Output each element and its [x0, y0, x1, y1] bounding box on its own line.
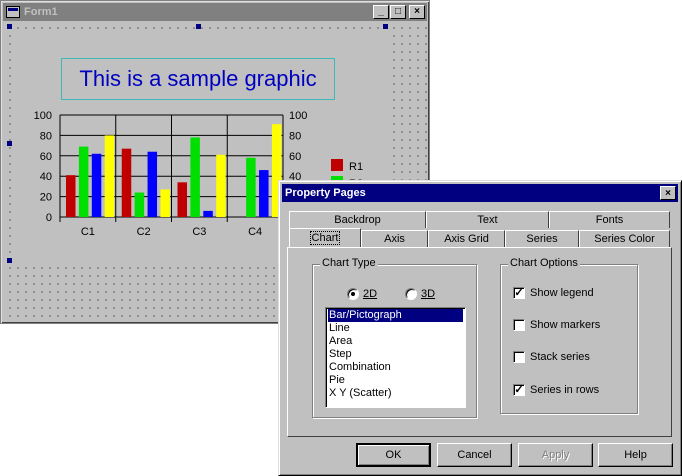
- list-item[interactable]: Step: [328, 348, 463, 361]
- tab-fonts[interactable]: Fonts: [549, 211, 670, 228]
- minimize-button[interactable]: _: [373, 5, 389, 19]
- legend-label: R1: [349, 161, 363, 173]
- selection-handle[interactable]: [7, 141, 12, 146]
- y-tick-label-left: 60: [40, 151, 52, 163]
- stack-series-label: Stack series: [530, 351, 590, 363]
- x-tick-label: C1: [81, 226, 95, 238]
- tab-label: Backdrop: [334, 214, 381, 226]
- form1-title-bar[interactable]: Form1 _ □ ×: [3, 3, 427, 21]
- series-in-rows-label: Series in rows: [530, 384, 600, 396]
- stack-series-checkbox[interactable]: Stack series: [513, 351, 590, 363]
- bar: [134, 192, 145, 217]
- cancel-button[interactable]: Cancel: [437, 443, 512, 467]
- show-markers-checkbox[interactable]: Show markers: [513, 319, 600, 331]
- chart-tab-page: Chart Type 2D 3D Bar/Pictograph Line Are…: [287, 247, 672, 437]
- bar: [259, 170, 269, 217]
- dialog-title: Property Pages: [285, 187, 366, 199]
- list-item[interactable]: Bar/Pictograph: [328, 309, 463, 322]
- radio-3d-label: 3D: [421, 288, 436, 300]
- form1-title-text: Form1: [24, 6, 58, 18]
- close-button[interactable]: ×: [409, 5, 425, 19]
- bar: [190, 137, 200, 217]
- y-tick-label-right: 80: [289, 130, 301, 142]
- maximize-button[interactable]: □: [390, 5, 406, 19]
- bar: [177, 182, 187, 217]
- bar: [91, 153, 102, 217]
- y-tick-label-left: 80: [40, 130, 52, 142]
- dialog-close-button[interactable]: ×: [660, 186, 676, 200]
- tab-label: Series: [526, 233, 558, 245]
- bar: [160, 189, 170, 217]
- chart-type-label: Chart Type: [320, 257, 378, 269]
- chart-options-group: Chart Options ✓ Show legend Show markers…: [500, 257, 638, 414]
- help-button[interactable]: Help: [598, 443, 673, 467]
- radio-3d-indicator: [405, 288, 417, 300]
- x-tick-label: C2: [137, 226, 151, 238]
- list-item[interactable]: Area: [328, 335, 463, 348]
- tab-label: Axis Grid: [444, 233, 489, 245]
- tab-label: Series Color: [594, 233, 655, 245]
- list-item[interactable]: Line: [328, 322, 463, 335]
- bar: [121, 148, 132, 217]
- radio-3d[interactable]: 3D: [405, 288, 435, 300]
- y-tick-label-left: 20: [40, 192, 52, 204]
- bar: [246, 157, 256, 217]
- show-legend-label: Show legend: [530, 287, 594, 299]
- chart-type-group: Chart Type 2D 3D Bar/Pictograph Line Are…: [312, 257, 477, 418]
- tab-text[interactable]: Text: [426, 211, 549, 228]
- selection-handle[interactable]: [196, 24, 201, 29]
- show-legend-checkbox[interactable]: ✓ Show legend: [513, 287, 594, 299]
- selection-handle[interactable]: [7, 24, 12, 29]
- selection-handle[interactable]: [383, 24, 388, 29]
- tab-series-color[interactable]: Series Color: [579, 230, 670, 247]
- tab-label: Chart: [309, 231, 341, 245]
- radio-2d-label: 2D: [363, 288, 378, 300]
- tab-axis-grid[interactable]: Axis Grid: [428, 230, 505, 247]
- list-item[interactable]: Pie: [328, 374, 463, 387]
- tab-label: Fonts: [595, 214, 624, 226]
- checkbox-box: [513, 319, 525, 331]
- tab-axis[interactable]: Axis: [361, 230, 428, 247]
- checkbox-box: [513, 351, 525, 363]
- tab-series[interactable]: Series: [505, 230, 579, 247]
- chart-options-label: Chart Options: [508, 257, 580, 269]
- form-icon: [6, 6, 20, 18]
- list-item[interactable]: Combination: [328, 361, 463, 374]
- y-tick-label-right: 100: [289, 110, 307, 122]
- x-tick-label: C3: [192, 226, 206, 238]
- y-tick-label-left: 40: [40, 171, 52, 183]
- dialog-title-bar[interactable]: Property Pages ×: [282, 184, 678, 202]
- checkbox-box: ✓: [513, 383, 525, 396]
- x-tick-label: C4: [248, 226, 262, 238]
- selection-handle[interactable]: [7, 258, 12, 263]
- radio-2d[interactable]: 2D: [347, 288, 377, 300]
- show-markers-label: Show markers: [530, 319, 601, 331]
- series-in-rows-checkbox[interactable]: ✓ Series in rows: [513, 384, 599, 396]
- y-tick-label-left: 0: [46, 212, 52, 224]
- bar: [66, 175, 76, 217]
- tab-backdrop[interactable]: Backdrop: [289, 211, 426, 228]
- tab-chart[interactable]: Chart: [289, 228, 361, 247]
- tab-label: Axis: [384, 233, 405, 245]
- bar: [78, 146, 89, 217]
- list-item[interactable]: X Y (Scatter): [328, 387, 463, 400]
- bar: [104, 135, 115, 217]
- y-tick-label-left: 100: [34, 110, 52, 122]
- bar: [147, 151, 158, 217]
- chart-type-listbox[interactable]: Bar/Pictograph Line Area Step Combinatio…: [325, 307, 466, 408]
- checkbox-box: ✓: [513, 286, 525, 299]
- bar: [203, 210, 213, 217]
- apply-button: Apply: [518, 443, 593, 467]
- tab-label: Text: [477, 214, 498, 226]
- property-pages-dialog: Property Pages × Backdrop Text Fonts Cha…: [278, 180, 682, 476]
- bar: [216, 154, 226, 217]
- ok-button[interactable]: OK: [356, 443, 431, 467]
- radio-2d-indicator: [347, 288, 359, 300]
- legend-swatch: [331, 159, 343, 171]
- y-tick-label-right: 60: [289, 151, 301, 163]
